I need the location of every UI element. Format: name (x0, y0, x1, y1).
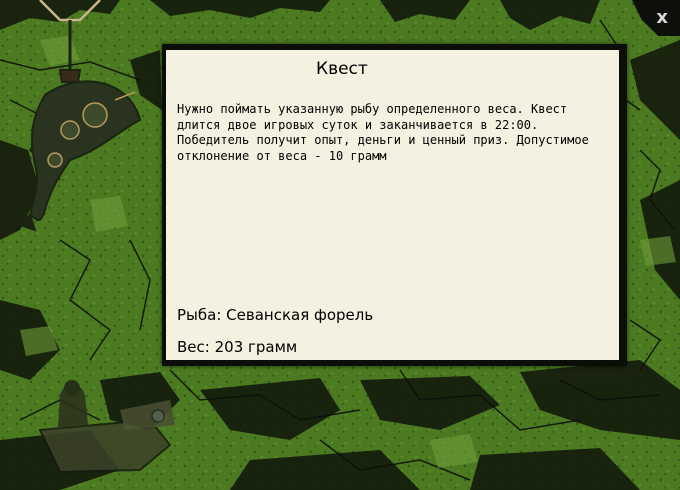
fish-value: Севанская форель (226, 306, 374, 324)
weight-label: Вес: (177, 338, 210, 356)
quest-dialog-content: Квест Нужно поймать указанную рыбу опред… (166, 50, 619, 360)
quest-dialog: Квест Нужно поймать указанную рыбу опред… (162, 44, 627, 366)
quest-description: Нужно поймать указанную рыбу определенно… (177, 102, 589, 163)
weight-value: 203 грамм (214, 338, 298, 356)
weight-info: Вес: 203 грамм (177, 338, 297, 356)
quest-title: Квест (316, 59, 368, 79)
fish-info: Рыба: Севанская форель (177, 306, 373, 324)
fish-label: Рыба: (177, 306, 222, 324)
close-icon: x (656, 7, 668, 28)
game-scene: x Квест Нужно поймать указанную рыбу опр… (0, 0, 680, 490)
